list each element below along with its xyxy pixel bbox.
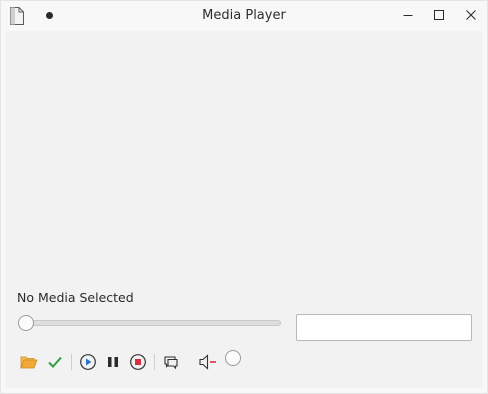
title-bar: Media Player xyxy=(1,1,487,31)
close-button[interactable] xyxy=(463,7,479,23)
stop-icon xyxy=(130,354,146,370)
subtitles-button[interactable] xyxy=(160,351,182,373)
pause-button[interactable] xyxy=(102,351,124,373)
play-button[interactable] xyxy=(77,351,99,373)
media-status-label: No Media Selected xyxy=(17,290,134,305)
volume-muted-icon xyxy=(199,354,216,370)
media-player-window: Media Player No Media Selected xyxy=(0,0,488,394)
maximize-button[interactable] xyxy=(431,7,447,23)
minimize-button[interactable] xyxy=(400,7,416,23)
volume-slider-handle[interactable] xyxy=(225,350,241,366)
toolbar-separator xyxy=(154,354,155,370)
time-input-field[interactable] xyxy=(296,314,472,341)
confirm-button[interactable] xyxy=(44,351,66,373)
folder-open-icon xyxy=(20,356,38,369)
seek-slider-handle[interactable] xyxy=(18,315,34,331)
checkmark-icon xyxy=(48,356,62,368)
player-content: No Media Selected xyxy=(5,31,483,388)
pause-icon xyxy=(108,357,118,367)
play-icon xyxy=(80,354,96,370)
toolbar-separator xyxy=(71,354,72,370)
open-file-button[interactable] xyxy=(18,351,40,373)
chat-icon xyxy=(164,356,178,370)
mute-button[interactable] xyxy=(197,351,219,373)
seek-slider-track[interactable] xyxy=(19,320,281,326)
stop-button[interactable] xyxy=(127,351,149,373)
